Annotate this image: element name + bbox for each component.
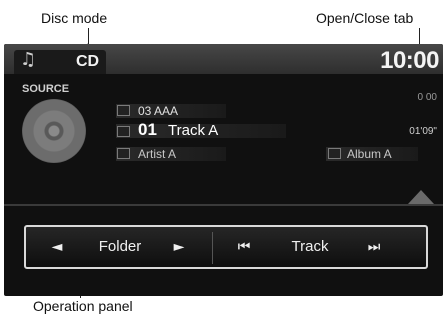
folder-icon (117, 105, 130, 116)
folder-label[interactable]: Folder (86, 227, 154, 267)
track-number: 01 (138, 120, 157, 139)
artist-icon (117, 148, 130, 159)
open-close-tab[interactable] (408, 190, 434, 204)
operation-panel: ◄ Folder ► ⏮ Track ⏭ (24, 225, 428, 269)
folder-name: 03 AAA (138, 104, 179, 118)
audio-screen: ♫ CD 10:00 SOURCE 03 AAA 01 Track A Arti… (4, 44, 443, 296)
track-next-button[interactable]: ⏭ (356, 227, 392, 267)
disc-mode-label[interactable]: CD (76, 53, 99, 71)
top-bar: ♫ CD 10:00 (4, 44, 443, 74)
track-prev-button[interactable]: ⏮ (226, 227, 262, 267)
elapsed-time: 0 00 (417, 92, 437, 103)
operation-panel-callout: Operation panel (33, 298, 133, 314)
track-time: 01'09" (409, 126, 437, 137)
disc-mode-callout: Disc mode (41, 10, 108, 26)
artist-name: Artist A (138, 147, 177, 161)
panel-divider (212, 232, 213, 264)
tab-strip (4, 204, 443, 206)
album-icon (328, 148, 341, 159)
clock: 10:00 (380, 47, 439, 74)
disc-icon (22, 99, 86, 163)
source-button[interactable]: SOURCE (22, 83, 69, 95)
open-close-tab-callout: Open/Close tab (316, 10, 414, 26)
track-icon (117, 126, 130, 137)
album-name: Album A (347, 147, 392, 161)
music-note-icon: ♫ (20, 49, 37, 70)
track-name: Track A (168, 122, 219, 139)
track-label[interactable]: Track (276, 227, 344, 267)
folder-next-button[interactable]: ► (164, 227, 194, 267)
folder-prev-button[interactable]: ◄ (42, 227, 72, 267)
